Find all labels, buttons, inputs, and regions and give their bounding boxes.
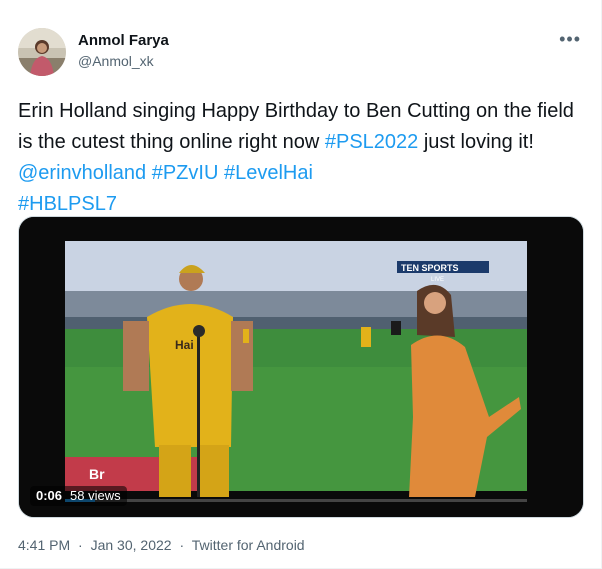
tweet-time[interactable]: 4:41 PM [18,537,70,553]
broadcaster-logo: TEN SPORTS [401,263,459,273]
hashtag-hblpsl7[interactable]: #HBLPSL7 [18,193,117,215]
more-options-icon[interactable]: ••• [559,30,581,48]
video-frame: Br TEN SPORTS LIVE Hai [19,217,583,517]
separator: · [78,537,83,553]
separator: · [179,537,185,553]
author-handle[interactable]: @Anmol_xk [78,53,154,69]
tweet-text-part: just loving it! [418,131,534,153]
board-text: Br [89,466,105,482]
shirt-text: Hai [175,338,194,352]
hashtag-levelhai[interactable]: #LevelHai [224,162,313,184]
author-name[interactable]: Anmol Farya [78,32,169,49]
mention-erinvholland[interactable]: @erinvholland [18,162,146,184]
tweet-metadata: 4:41 PM · Jan 30, 2022 · Twitter for And… [18,537,305,553]
video-info-badge: 0:06 58 views [30,486,127,506]
avatar[interactable] [18,28,66,76]
video-time: 0:06 [36,488,63,503]
hashtag-pzviu[interactable]: #PZvIU [152,162,219,184]
video-views: 58 views [70,488,121,503]
tweet-date[interactable]: Jan 30, 2022 [91,537,172,553]
avatar-image [18,28,66,76]
tweet-text: Erin Holland singing Happy Birthday to B… [18,96,586,220]
hashtag-psl2022[interactable]: #PSL2022 [325,131,418,153]
tweet-card: Anmol Farya @Anmol_xk ••• Erin Holland s… [0,0,602,569]
live-label: LIVE [431,277,444,283]
tweet-source[interactable]: Twitter for Android [192,537,305,553]
video-player[interactable]: Br TEN SPORTS LIVE Hai [18,216,584,518]
